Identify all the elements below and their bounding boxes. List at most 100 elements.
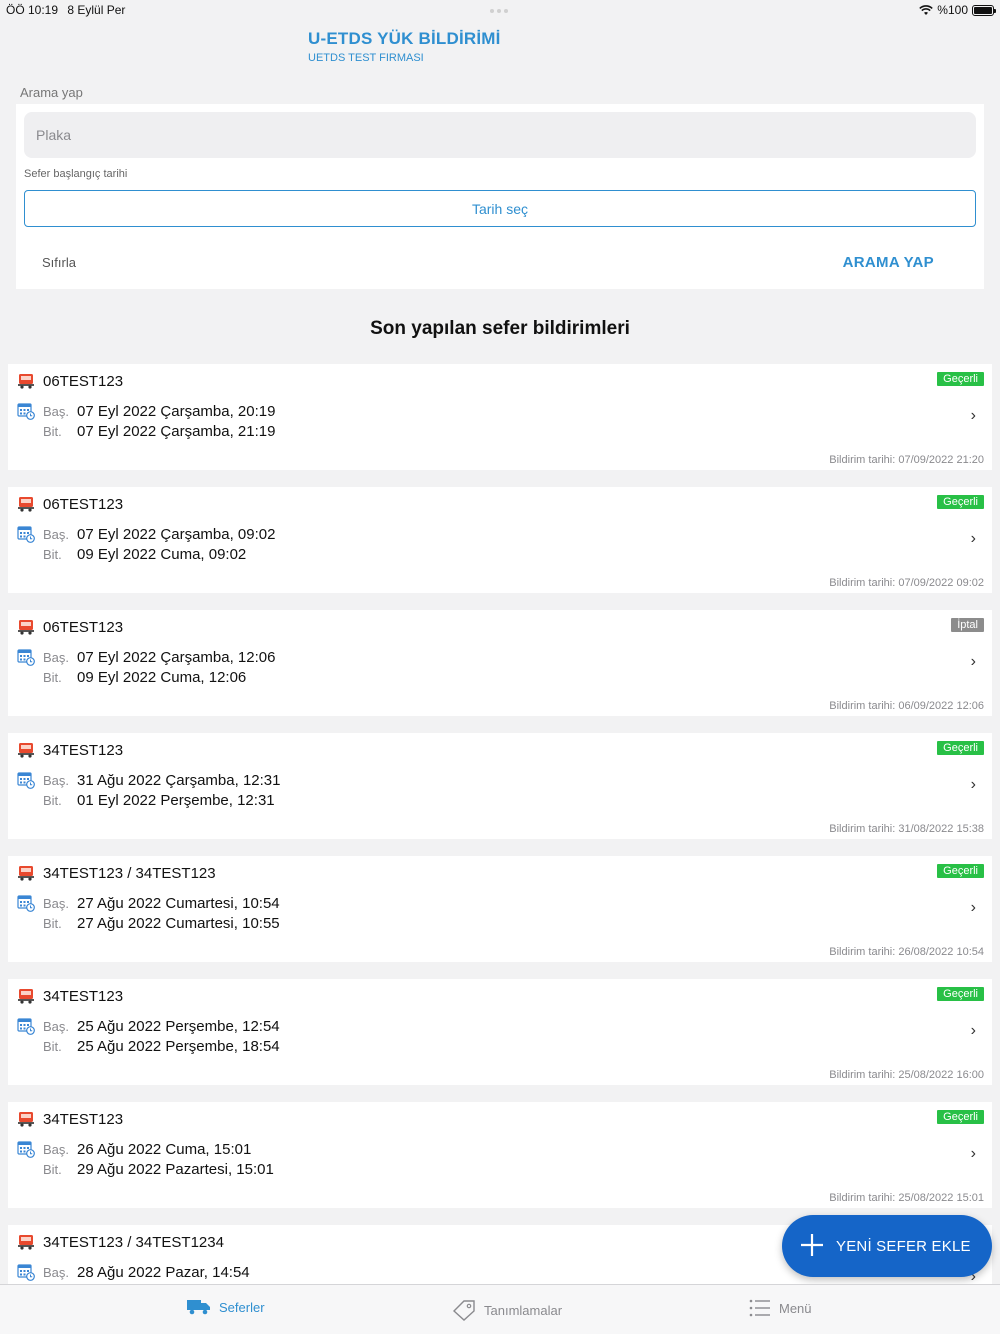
truck-icon [18, 373, 34, 389]
trip-start: 07 Eyl 2022 Çarşamba, 20:19 [77, 403, 276, 420]
plate-input[interactable] [24, 112, 976, 158]
trip-start: 07 Eyl 2022 Çarşamba, 09:02 [77, 526, 276, 543]
trip-start: 26 Ağu 2022 Cuma, 15:01 [77, 1141, 252, 1158]
add-trip-button[interactable]: YENİ SEFER EKLE [782, 1215, 992, 1277]
trip-card[interactable]: 06TEST123 Geçerli Baş. 07 Eyl 2022 Çarşamba… [8, 487, 992, 593]
trip-start-row: Baş. 07 Eyl 2022 Çarşamba, 09:02 [43, 526, 275, 543]
trip-card[interactable]: 34TEST123 / 34TEST123 Geçerli Baş. 27 Ağu 2… [8, 856, 992, 962]
trip-plate: 34TEST123 [43, 988, 124, 1005]
end-label: Bit. [43, 793, 62, 808]
trip-start: 07 Eyl 2022 Çarşamba, 12:06 [77, 649, 276, 666]
app-title: U-ETDS YÜK BİLDİRİMİ [308, 29, 501, 48]
status-badge: Geçerli [937, 495, 984, 509]
notification-date: Bildirim tarihi: 25/08/2022 15:01 [829, 1192, 984, 1204]
tab-bar: Seferler Tanımlamalar Menü [0, 1284, 1000, 1334]
calendar-clock-icon [17, 894, 35, 912]
date-picker-button[interactable]: Tarih seç [24, 190, 976, 227]
trip-end-row: Bit. 27 Ağu 2022 Cumartesi, 10:55 [43, 915, 280, 932]
trip-end: 07 Eyl 2022 Çarşamba, 21:19 [77, 423, 276, 440]
truck-icon [18, 1234, 34, 1250]
trip-end: 27 Ağu 2022 Cumartesi, 10:55 [77, 915, 280, 932]
trip-list: 06TEST123 Geçerli Baş. 07 Eyl 2022 Çarşamba… [8, 364, 992, 1334]
trip-card[interactable]: 06TEST123 Geçerli Baş. 07 Eyl 2022 Çarşamba… [8, 364, 992, 470]
app-subtitle: UETDS TEST FIRMASI [308, 52, 424, 64]
status-date: 8 Eylül Per [67, 3, 126, 17]
status-right: %100 [919, 3, 996, 17]
tag-icon [452, 1300, 475, 1321]
truck-icon [18, 496, 34, 512]
trip-end-row: Bit. 09 Eyl 2022 Cuma, 09:02 [43, 546, 246, 563]
chevron-right-icon: › [970, 899, 976, 916]
wifi-icon [919, 4, 934, 15]
start-label: Baş. [43, 1019, 70, 1034]
reset-button[interactable]: Sıfırla [42, 255, 76, 270]
end-label: Bit. [43, 424, 62, 439]
end-label: Bit. [43, 916, 62, 931]
notification-date: Bildirim tarihi: 07/09/2022 21:20 [829, 454, 984, 466]
status-badge: Geçerli [937, 987, 984, 1001]
recent-trips-title: Son yapılan sefer bildirimleri [370, 318, 630, 339]
list-icon [749, 1299, 770, 1317]
calendar-clock-icon [17, 525, 35, 543]
start-label: Baş. [43, 650, 70, 665]
trip-plate: 34TEST123 / 34TEST123 [43, 865, 216, 882]
trip-plate: 34TEST123 / 34TEST1234 [43, 1234, 224, 1251]
trip-plate: 06TEST123 [43, 373, 124, 390]
truck-icon [187, 1300, 210, 1315]
truck-icon [18, 1111, 34, 1127]
battery-icon [972, 4, 996, 16]
trip-card[interactable]: 34TEST123 Geçerli Baş. 25 Ağu 2022 Perşembe… [8, 979, 992, 1085]
start-label: Baş. [43, 527, 70, 542]
trip-card[interactable]: 34TEST123 Geçerli Baş. 31 Ağu 2022 Çarşamba… [8, 733, 992, 839]
trip-plate: 06TEST123 [43, 619, 124, 636]
end-label: Bit. [43, 547, 62, 562]
trip-plate: 06TEST123 [43, 496, 124, 513]
add-trip-label: YENİ SEFER EKLE [836, 1237, 971, 1255]
status-bar: ÖÖ 10:19 8 Eylül Per %100 [0, 0, 1000, 20]
trip-end: 29 Ağu 2022 Pazartesi, 15:01 [77, 1161, 274, 1178]
trip-end-row: Bit. 29 Ağu 2022 Pazartesi, 15:01 [43, 1161, 274, 1178]
status-badge: Geçerli [937, 1110, 984, 1124]
multitasking-grabber[interactable] [490, 9, 512, 13]
plus-icon [800, 1229, 824, 1263]
trip-card[interactable]: 06TEST123 İptal Baş. 07 Eyl 2022 Çarşamba, … [8, 610, 992, 716]
status-badge: Geçerli [937, 741, 984, 755]
status-badge: Geçerli [937, 864, 984, 878]
calendar-clock-icon [17, 1263, 35, 1281]
trip-end: 25 Ağu 2022 Perşembe, 18:54 [77, 1038, 280, 1055]
trip-plate: 34TEST123 [43, 742, 124, 759]
trip-card[interactable]: 34TEST123 Geçerli Baş. 26 Ağu 2022 Cuma, 15… [8, 1102, 992, 1208]
trip-start-row: Baş. 07 Eyl 2022 Çarşamba, 20:19 [43, 403, 275, 420]
tab-tanimlamalar[interactable]: Tanımlamalar [452, 1299, 562, 1321]
tab-menu[interactable]: Menü [749, 1299, 812, 1317]
status-left: ÖÖ 10:19 8 Eylül Per [6, 3, 131, 17]
trip-start: 25 Ağu 2022 Perşembe, 12:54 [77, 1018, 280, 1035]
start-label: Baş. [43, 404, 70, 419]
search-section-label: Arama yap [20, 85, 83, 100]
trip-end-row: Bit. 09 Eyl 2022 Cuma, 12:06 [43, 669, 246, 686]
calendar-clock-icon [17, 1017, 35, 1035]
trip-end: 01 Eyl 2022 Perşembe, 12:31 [77, 792, 275, 809]
tab-label: Menü [779, 1300, 812, 1316]
start-label: Baş. [43, 896, 70, 911]
trip-start-row: Baş. 31 Ağu 2022 Çarşamba, 12:31 [43, 772, 280, 789]
tab-seferler[interactable]: Seferler [187, 1299, 265, 1315]
trip-start: 27 Ağu 2022 Cumartesi, 10:54 [77, 895, 280, 912]
chevron-right-icon: › [970, 407, 976, 424]
end-label: Bit. [43, 1162, 62, 1177]
notification-date: Bildirim tarihi: 07/09/2022 09:02 [829, 577, 984, 589]
date-label: Sefer başlangıç tarihi [24, 168, 128, 180]
trip-start-row: Baş. 26 Ağu 2022 Cuma, 15:01 [43, 1141, 251, 1158]
truck-icon [18, 988, 34, 1004]
search-button[interactable]: ARAMA YAP [843, 254, 934, 271]
status-time: ÖÖ 10:19 [6, 3, 59, 17]
start-label: Baş. [43, 1265, 70, 1280]
chevron-right-icon: › [970, 776, 976, 793]
end-label: Bit. [43, 1039, 62, 1054]
calendar-clock-icon [17, 402, 35, 420]
calendar-clock-icon [17, 771, 35, 789]
notification-date: Bildirim tarihi: 06/09/2022 12:06 [829, 700, 984, 712]
truck-icon [18, 865, 34, 881]
calendar-clock-icon [17, 1140, 35, 1158]
notification-date: Bildirim tarihi: 31/08/2022 15:38 [829, 823, 984, 835]
